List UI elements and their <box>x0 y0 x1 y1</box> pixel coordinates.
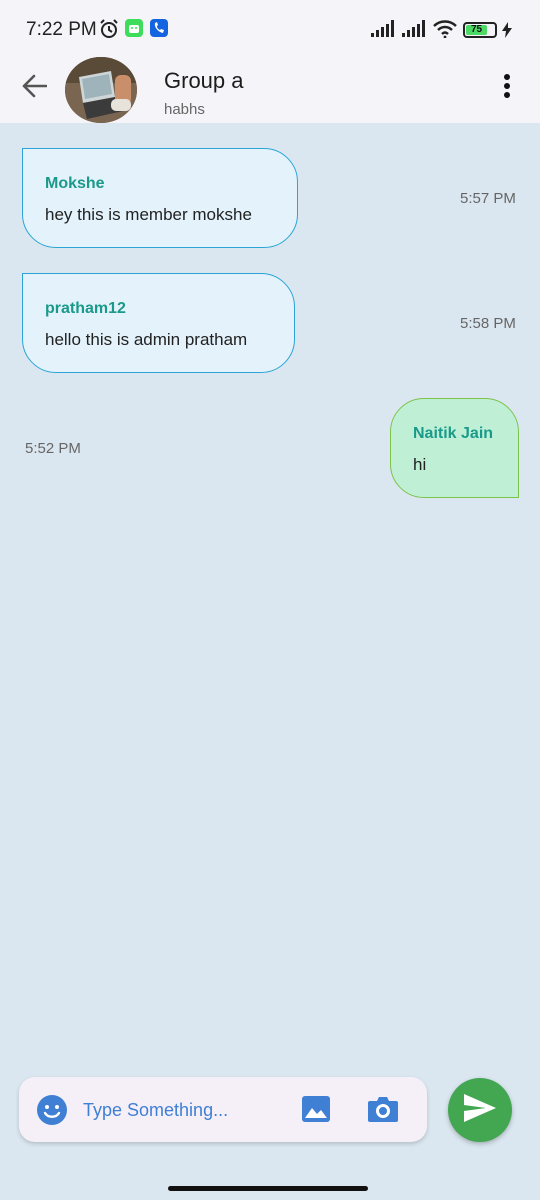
group-avatar[interactable] <box>65 57 137 123</box>
status-bar: 7:22 PM 75 <box>0 0 540 58</box>
message-time: 5:57 PM <box>460 190 516 207</box>
more-options-button[interactable] <box>495 70 519 106</box>
message-sender: pratham12 <box>45 300 126 317</box>
message-text: hello this is admin pratham <box>45 330 248 349</box>
group-title: Group a <box>164 68 244 93</box>
gallery-button[interactable] <box>301 1094 333 1126</box>
signal-icon <box>402 20 428 43</box>
back-arrow-icon <box>21 74 48 103</box>
status-time: 7:22 PM <box>26 19 97 40</box>
battery-level: 75 <box>466 25 487 35</box>
camera-button[interactable] <box>367 1094 399 1126</box>
message-sender: Mokshe <box>45 175 105 192</box>
emoji-button[interactable] <box>36 1094 68 1126</box>
message-sender: Naitik Jain <box>413 425 494 442</box>
charging-icon <box>502 22 512 43</box>
home-indicator[interactable] <box>168 1186 368 1191</box>
phone-app-icon <box>150 19 168 42</box>
message-time: 5:52 PM <box>25 440 81 457</box>
camera-icon <box>367 1097 399 1128</box>
message-bubble[interactable]: pratham12 hello this is admin pratham <box>22 273 295 373</box>
message-input[interactable] <box>83 1095 283 1125</box>
back-button[interactable] <box>18 72 50 104</box>
battery-icon: 75 <box>463 22 497 38</box>
image-icon <box>301 1096 331 1128</box>
message-bubble[interactable]: Mokshe hey this is member mokshe <box>22 148 298 248</box>
message-text: hi <box>413 455 427 474</box>
message-bubble[interactable]: Naitik Jain hi <box>390 398 519 498</box>
more-vert-icon <box>503 73 511 104</box>
message-text: hey this is member mokshe <box>45 205 252 224</box>
emoji-icon <box>36 1095 68 1130</box>
alarm-icon <box>99 19 119 44</box>
send-button[interactable] <box>448 1078 512 1142</box>
message-time: 5:58 PM <box>460 315 516 332</box>
group-subtitle: habhs <box>164 101 205 118</box>
message-composer <box>19 1077 427 1142</box>
wifi-icon <box>433 20 457 43</box>
send-icon <box>464 1093 496 1127</box>
android-icon <box>125 19 143 42</box>
app-bar: Group a habhs <box>0 57 540 123</box>
signal-icon <box>371 20 397 43</box>
message-list[interactable]: Mokshe hey this is member mokshe 5:57 PM… <box>0 123 540 1063</box>
